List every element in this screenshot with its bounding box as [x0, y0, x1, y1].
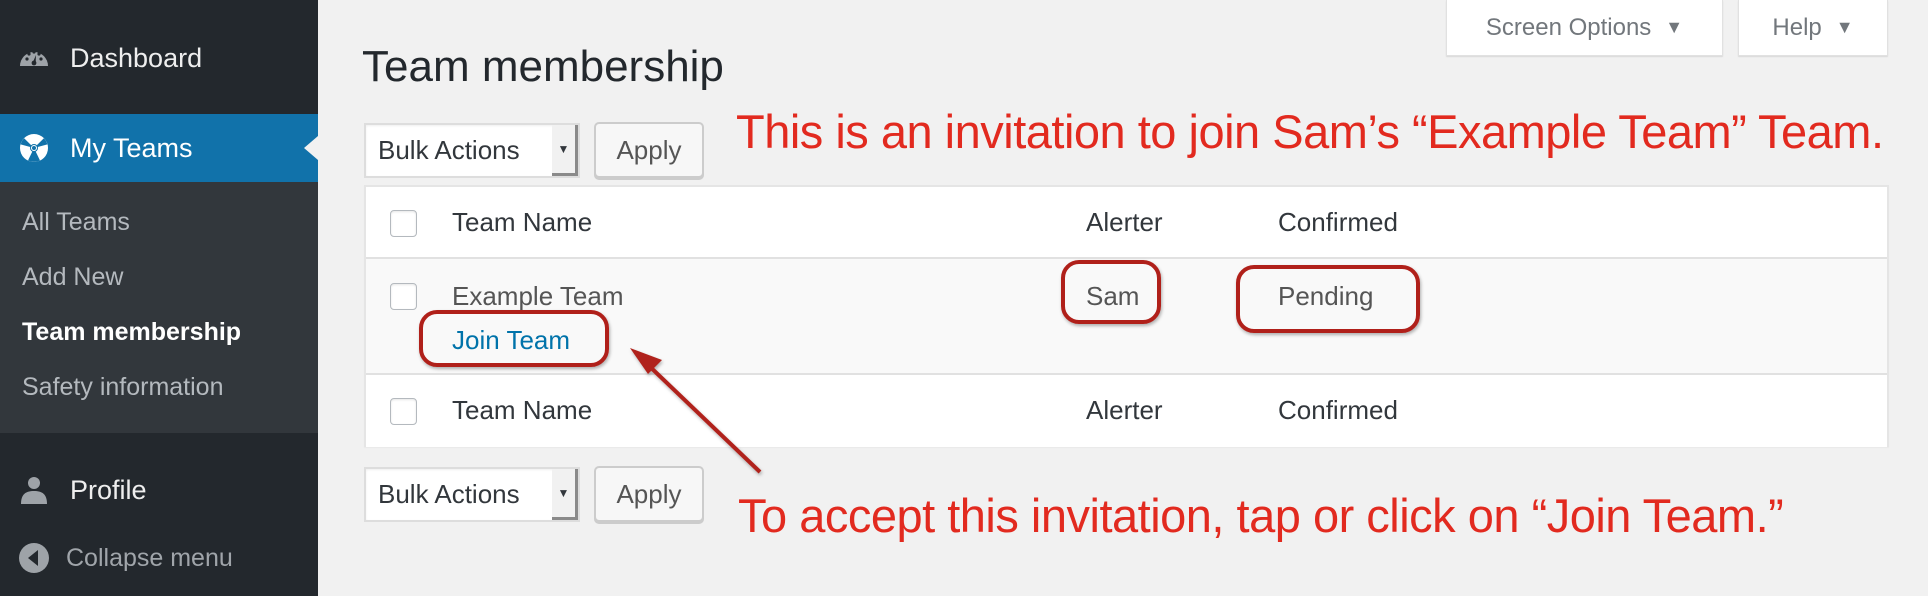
column-footer-alerter: Alerter [1086, 395, 1163, 425]
annotation-accept-instruction: To accept this invitation, tap or click … [738, 489, 1784, 542]
submenu-item-safety-information[interactable]: Safety information [22, 373, 224, 402]
dropdown-arrow-icon: ▼ [552, 124, 578, 176]
collapse-menu-button[interactable]: Collapse menu [0, 530, 318, 586]
page-title: Team membership [362, 42, 724, 91]
dashboard-gauge-icon [18, 42, 50, 74]
apply-button-bottom[interactable]: Apply [594, 466, 704, 522]
highlight-pending [1236, 265, 1420, 333]
collapse-menu-label: Collapse menu [66, 543, 233, 572]
caret-down-icon: ▼ [1665, 17, 1684, 37]
submenu-item-team-membership[interactable]: Team membership [22, 318, 241, 347]
submenu-item-all-teams[interactable]: All Teams [22, 208, 130, 237]
column-footer-team-name[interactable]: Team Name [452, 395, 592, 426]
highlight-alerter [1061, 260, 1161, 324]
collapse-arrow-icon [18, 542, 50, 574]
help-label: Help [1772, 13, 1822, 41]
sidebar-item-label: Dashboard [70, 42, 203, 73]
help-button[interactable]: Help ▼ [1738, 0, 1888, 56]
select-all-checkbox-footer[interactable] [390, 398, 417, 425]
bulk-actions-selected: Bulk Actions [378, 134, 520, 165]
user-icon [18, 474, 50, 506]
bulk-actions-bottom: Bulk Actions ▼ Apply [364, 466, 704, 522]
sidebar-item-label: Profile [70, 474, 147, 505]
lifebuoy-icon [18, 132, 50, 164]
column-footer-confirmed: Confirmed [1278, 395, 1398, 425]
bulk-actions-select[interactable]: Bulk Actions ▼ [364, 122, 580, 178]
highlight-join-team [419, 310, 609, 367]
annotation-invitation-explanation: This is an invitation to join Sam’s “Exa… [736, 105, 1884, 158]
dropdown-arrow-icon: ▼ [552, 468, 578, 520]
caret-down-icon: ▼ [1835, 17, 1854, 37]
submenu-item-add-new[interactable]: Add New [22, 263, 123, 292]
bulk-actions-selected: Bulk Actions [378, 478, 520, 509]
column-header-confirmed: Confirmed [1278, 207, 1398, 237]
table-footer-row: Team Name Alerter Confirmed [366, 375, 1887, 447]
bulk-actions-select-bottom[interactable]: Bulk Actions ▼ [364, 466, 580, 522]
apply-button[interactable]: Apply [594, 122, 704, 178]
sidebar-item-my-teams[interactable]: My Teams [0, 114, 318, 182]
column-header-alerter: Alerter [1086, 207, 1163, 237]
my-teams-submenu: All Teams Add New Team membership Safety… [0, 182, 318, 433]
row-checkbox[interactable] [390, 283, 417, 310]
sidebar-item-profile[interactable]: Profile [0, 460, 318, 520]
wp-admin-screen: Dashboard My Teams All Teams Add New Tea… [0, 0, 1928, 596]
screen-options-button[interactable]: Screen Options ▼ [1446, 0, 1723, 56]
sidebar-item-label: My Teams [70, 132, 193, 163]
admin-sidebar: Dashboard My Teams All Teams Add New Tea… [0, 0, 318, 596]
team-name-cell: Example Team [452, 281, 624, 311]
bulk-actions-top: Bulk Actions ▼ Apply [364, 122, 704, 178]
select-all-checkbox[interactable] [390, 210, 417, 237]
active-menu-indicator [304, 136, 318, 160]
column-header-team-name[interactable]: Team Name [452, 207, 592, 238]
table-header-row: Team Name Alerter Confirmed [366, 187, 1887, 259]
screen-options-label: Screen Options [1485, 13, 1652, 41]
sidebar-item-dashboard[interactable]: Dashboard [0, 24, 318, 92]
